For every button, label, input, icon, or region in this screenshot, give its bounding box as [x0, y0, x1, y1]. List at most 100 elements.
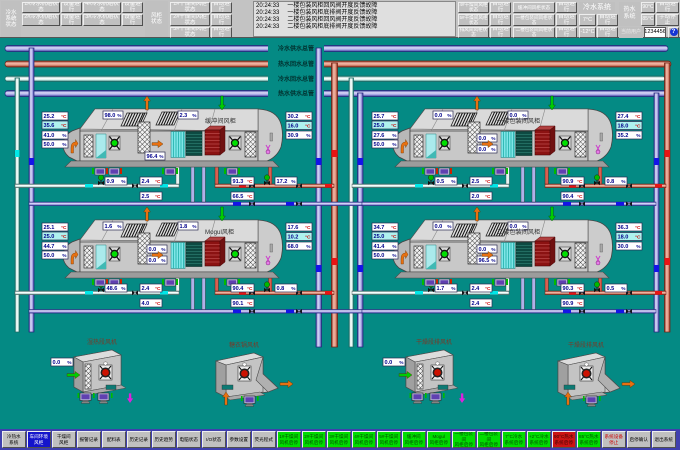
- svg-text:18.0: 18.0: [618, 235, 629, 241]
- svg-text:°C: °C: [247, 301, 253, 307]
- svg-text:%: %: [451, 286, 456, 292]
- svg-text:%: %: [399, 360, 404, 366]
- svg-text:41.4: 41.4: [374, 244, 386, 250]
- svg-text:0.0: 0.0: [435, 113, 443, 119]
- svg-text:25.0: 25.0: [44, 234, 55, 240]
- svg-text:0.0: 0.0: [479, 247, 487, 253]
- svg-text:2.5: 2.5: [472, 179, 480, 185]
- svg-text:0.9: 0.9: [107, 179, 115, 185]
- svg-text:°C: °C: [485, 286, 491, 292]
- svg-text:°C: °C: [61, 114, 67, 120]
- svg-text:%: %: [62, 142, 67, 148]
- svg-text:0.0: 0.0: [435, 224, 443, 230]
- svg-text:%: %: [121, 179, 126, 185]
- svg-text:18.0: 18.0: [618, 124, 629, 130]
- svg-text:%: %: [67, 360, 72, 366]
- svg-text:90.4: 90.4: [563, 194, 575, 200]
- svg-text:35.2: 35.2: [618, 133, 629, 139]
- svg-text:冷水回水总管: 冷水回水总管: [278, 75, 314, 83]
- svg-text:25.0: 25.0: [374, 234, 385, 240]
- svg-text:50.0: 50.0: [374, 253, 385, 259]
- svg-text:%: %: [192, 224, 197, 230]
- svg-text:°C: °C: [61, 234, 67, 240]
- svg-text:41.0: 41.0: [44, 133, 55, 139]
- svg-text:0.0: 0.0: [479, 147, 487, 153]
- svg-text:0.5: 0.5: [437, 179, 445, 185]
- svg-text:°C: °C: [391, 123, 397, 129]
- svg-text:一楼包装间风柜: 一楼包装间风柜: [497, 117, 540, 125]
- svg-text:35.6: 35.6: [44, 123, 55, 129]
- svg-text:°C: °C: [635, 235, 641, 241]
- svg-text:°C: °C: [247, 194, 253, 200]
- svg-text:°C: °C: [305, 235, 311, 241]
- svg-text:96.4: 96.4: [147, 154, 159, 160]
- svg-text:2.3: 2.3: [180, 113, 188, 119]
- svg-text:%: %: [392, 244, 397, 250]
- svg-text:热水供水总管: 热水供水总管: [278, 90, 314, 98]
- svg-text:°C: °C: [155, 194, 161, 200]
- svg-text:%: %: [451, 179, 456, 185]
- svg-text:%: %: [447, 224, 452, 230]
- svg-text:°C: °C: [391, 225, 397, 231]
- svg-text:°C: °C: [155, 179, 161, 185]
- svg-text:10.2: 10.2: [288, 235, 299, 241]
- svg-text:98.0: 98.0: [105, 113, 116, 119]
- svg-text:°C: °C: [635, 225, 641, 231]
- svg-text:17.6: 17.6: [288, 225, 299, 231]
- svg-text:°C: °C: [485, 301, 491, 307]
- svg-text:°C: °C: [485, 194, 491, 200]
- svg-text:%: %: [621, 179, 626, 185]
- svg-text:%: %: [62, 253, 67, 259]
- svg-text:%: %: [161, 247, 166, 253]
- svg-text:°C: °C: [391, 234, 397, 240]
- svg-text:%: %: [117, 224, 122, 230]
- svg-text:50.0: 50.0: [374, 142, 385, 148]
- svg-text:1.7: 1.7: [437, 286, 445, 292]
- svg-text:°C: °C: [155, 301, 161, 307]
- svg-text:%: %: [491, 258, 496, 264]
- svg-text:%: %: [491, 136, 496, 142]
- svg-text:30.9: 30.9: [288, 133, 299, 139]
- svg-text:%: %: [636, 133, 641, 139]
- svg-text:2.4: 2.4: [142, 286, 151, 292]
- svg-text:25.1: 25.1: [44, 225, 55, 231]
- svg-text:27.6: 27.6: [374, 133, 385, 139]
- svg-text:干燥段排风机: 干燥段排风机: [568, 341, 604, 349]
- svg-text:%: %: [161, 258, 166, 264]
- svg-text:Mogul风柜: Mogul风柜: [205, 228, 234, 236]
- svg-text:1.8: 1.8: [180, 224, 188, 230]
- svg-text:0.0: 0.0: [149, 247, 157, 253]
- svg-text:°C: °C: [155, 286, 161, 292]
- svg-text:二楼包装间风柜: 二楼包装间风柜: [497, 228, 540, 236]
- svg-text:66.5: 66.5: [233, 194, 244, 200]
- svg-text:36.3: 36.3: [618, 225, 629, 231]
- svg-text:%: %: [306, 244, 311, 250]
- svg-text:30.0: 30.0: [618, 244, 629, 250]
- svg-text:0.0: 0.0: [479, 136, 487, 142]
- svg-text:缓冲间风柜: 缓冲间风柜: [205, 117, 236, 125]
- svg-text:48.6: 48.6: [107, 286, 118, 292]
- svg-text:糖衣锅风机: 糖衣锅风机: [229, 341, 259, 349]
- svg-text:干燥段排风机: 干燥段排风机: [416, 338, 452, 346]
- svg-text:96.5: 96.5: [479, 258, 490, 264]
- svg-text:90.3: 90.3: [563, 286, 574, 292]
- svg-text:%: %: [291, 179, 296, 185]
- svg-text:%: %: [636, 244, 641, 250]
- svg-text:90.4: 90.4: [233, 286, 245, 292]
- svg-text:%: %: [392, 253, 397, 259]
- svg-text:湿热段风机: 湿热段风机: [87, 338, 117, 346]
- svg-text:°C: °C: [577, 286, 583, 292]
- svg-text:°C: °C: [61, 225, 67, 231]
- svg-text:°C: °C: [247, 179, 253, 185]
- svg-text:25.0: 25.0: [374, 123, 385, 129]
- svg-text:°C: °C: [635, 124, 641, 130]
- svg-text:0.5: 0.5: [607, 286, 615, 292]
- svg-text:°C: °C: [305, 124, 311, 130]
- svg-text:°C: °C: [577, 179, 583, 185]
- svg-text:90.9: 90.9: [563, 179, 574, 185]
- svg-text:25.7: 25.7: [374, 114, 385, 120]
- svg-text:%: %: [159, 154, 164, 160]
- svg-text:%: %: [306, 133, 311, 139]
- svg-text:%: %: [392, 142, 397, 148]
- svg-text:90.1: 90.1: [233, 301, 244, 307]
